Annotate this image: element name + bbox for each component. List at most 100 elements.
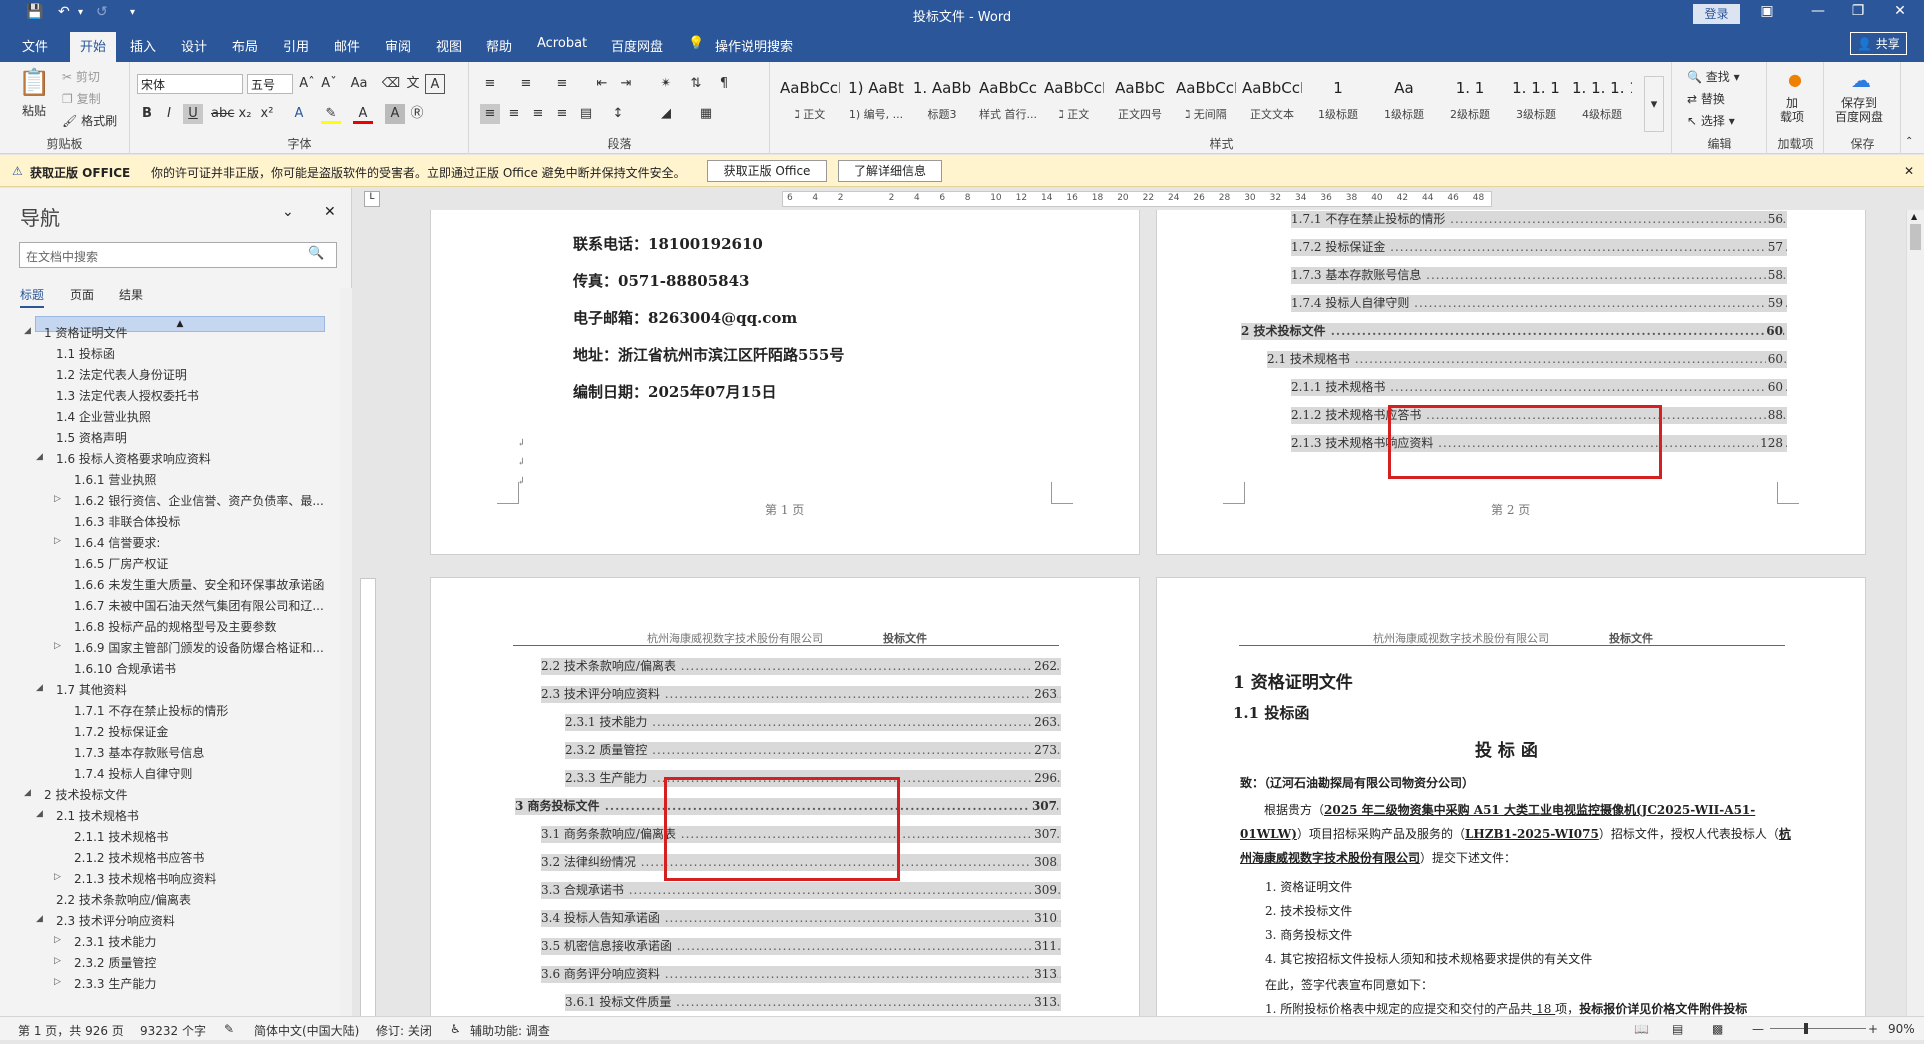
tab-view[interactable]: 视图 bbox=[436, 36, 462, 55]
style-item[interactable]: 1. 1. 1. 1 4级标题 bbox=[1572, 76, 1632, 132]
select-button[interactable]: ↖ 选择 ▾ bbox=[1687, 112, 1735, 129]
proofing-icon[interactable]: ✎ bbox=[224, 1022, 234, 1036]
styles-more-icon[interactable]: ▾ bbox=[1644, 76, 1664, 132]
web-layout-icon[interactable]: ▩ bbox=[1712, 1022, 1723, 1036]
tab-acrobat[interactable]: Acrobat bbox=[537, 36, 587, 51]
tab-insert[interactable]: 插入 bbox=[130, 36, 156, 55]
font-name-combo[interactable]: 宋体 bbox=[137, 74, 243, 94]
nav-heading-item[interactable]: 2.3.3 生产能力 bbox=[74, 975, 156, 992]
highlight-icon[interactable]: ✎ bbox=[321, 104, 341, 124]
char-border-icon[interactable]: A bbox=[425, 74, 445, 94]
distributed-icon[interactable]: ▤ bbox=[576, 104, 596, 124]
copy-button[interactable]: ❐ 复制 bbox=[62, 90, 101, 107]
nav-heading-item[interactable]: 1.3 法定代表人授权委托书 bbox=[56, 387, 199, 404]
tab-selector-icon[interactable]: L bbox=[364, 191, 380, 207]
track-changes[interactable]: 修订: 关闭 bbox=[376, 1022, 432, 1039]
tab-layout[interactable]: 布局 bbox=[232, 36, 258, 55]
nav-heading-item[interactable]: 1.6.4 信誉要求: bbox=[74, 534, 160, 551]
expanded-triangle-icon[interactable]: ◢ bbox=[24, 788, 31, 798]
underline-icon[interactable]: U bbox=[183, 104, 203, 124]
line-spacing-icon[interactable]: ↕ bbox=[608, 104, 628, 124]
toc-entry[interactable]: 3.5 机密信息接收承诺函 ..........................… bbox=[541, 938, 1061, 955]
phonetic-icon[interactable]: 文 bbox=[403, 74, 423, 94]
align-right-icon[interactable]: ≡ bbox=[528, 104, 548, 124]
style-item[interactable]: 1 1级标题 bbox=[1308, 76, 1368, 132]
expanded-triangle-icon[interactable]: ◢ bbox=[36, 452, 43, 462]
show-marks-icon[interactable]: ¶ bbox=[714, 74, 734, 94]
style-item[interactable]: 1. 1. 1 3级标题 bbox=[1506, 76, 1566, 132]
nav-heading-item[interactable]: 2.1.3 技术规格书响应资料 bbox=[74, 870, 216, 887]
nav-heading-item[interactable]: 2.1.1 技术规格书 bbox=[74, 828, 168, 845]
style-item[interactable]: AaBbCcDdI ℷ 正文 bbox=[1044, 76, 1104, 132]
nav-heading-item[interactable]: 2.1.2 技术规格书应答书 bbox=[74, 849, 204, 866]
align-left-icon[interactable]: ≡ bbox=[480, 104, 500, 124]
vertical-scrollbar[interactable]: ▲ bbox=[1906, 210, 1924, 1016]
toc-entry[interactable]: 1.7.2 投标保证金 ............................… bbox=[1291, 239, 1787, 256]
toc-entry[interactable]: 1.7.4 投标人自律守则 ..........................… bbox=[1291, 295, 1787, 312]
find-button[interactable]: 🔍 查找 ▾ bbox=[1687, 68, 1740, 85]
tab-review[interactable]: 审阅 bbox=[385, 36, 411, 55]
toc-entry[interactable]: 3.6.1 投标文件质量 ...........................… bbox=[565, 994, 1061, 1011]
nav-heading-item[interactable]: 1.6.6 未发生重大质量、安全和环保事故承诺函 bbox=[74, 576, 324, 593]
language[interactable]: 简体中文(中国大陆) bbox=[254, 1022, 359, 1039]
restore-icon[interactable]: ❐ bbox=[1843, 3, 1873, 19]
subscript-icon[interactable]: x₂ bbox=[235, 104, 255, 124]
collapsed-triangle-icon[interactable]: ▷ bbox=[54, 872, 61, 882]
collapsed-triangle-icon[interactable]: ▷ bbox=[54, 935, 61, 945]
nav-tab-results[interactable]: 结果 bbox=[119, 286, 143, 303]
format-painter-button[interactable]: 🖌 格式刷 bbox=[62, 112, 117, 129]
collapsed-triangle-icon[interactable]: ▷ bbox=[54, 956, 61, 966]
shading-icon[interactable]: ◢ bbox=[656, 104, 676, 124]
toc-entry[interactable]: 2 技术投标文件 ...............................… bbox=[1241, 323, 1787, 340]
nav-heading-item[interactable]: 1.6.1 营业执照 bbox=[74, 471, 156, 488]
zoom-in-icon[interactable]: + bbox=[1868, 1022, 1878, 1036]
toc-entry[interactable]: 2.3 技术评分响应资料 ...........................… bbox=[541, 686, 1061, 703]
strikethrough-icon[interactable]: abc bbox=[211, 104, 234, 124]
text-effects-icon[interactable]: A bbox=[289, 104, 309, 124]
toc-entry[interactable]: 2.1.1 技术规格书 ............................… bbox=[1291, 379, 1787, 396]
style-item[interactable]: 1. 1 2级标题 bbox=[1440, 76, 1500, 132]
nav-heading-item[interactable]: 2 技术投标文件 bbox=[44, 786, 127, 803]
nav-heading-item[interactable]: 1.4 企业营业执照 bbox=[56, 408, 151, 425]
collapse-ribbon-icon[interactable]: ⌃ bbox=[1905, 136, 1913, 147]
print-layout-icon[interactable]: ▤ bbox=[1672, 1022, 1683, 1036]
numbering-icon[interactable]: ≡ bbox=[516, 74, 536, 94]
change-case-icon[interactable]: Aa bbox=[349, 74, 369, 94]
zoom-level[interactable]: 90% bbox=[1888, 1022, 1915, 1036]
decrease-indent-icon[interactable]: ⇤ bbox=[592, 74, 612, 94]
expanded-triangle-icon[interactable]: ◢ bbox=[36, 683, 43, 693]
zoom-out-icon[interactable]: — bbox=[1752, 1022, 1764, 1036]
toc-entry[interactable]: 3.3 合规承诺书 ..............................… bbox=[541, 882, 1061, 899]
toc-entry[interactable]: 2.3.1 技术能力 .............................… bbox=[565, 714, 1061, 731]
share-button[interactable]: 👤 共享 bbox=[1850, 32, 1907, 55]
tab-file[interactable]: 文件 bbox=[22, 36, 48, 55]
style-item[interactable]: 1) AaBt 1) 编号, ... bbox=[846, 76, 906, 132]
nav-heading-item[interactable]: 1.1 投标函 bbox=[56, 345, 115, 362]
nav-heading-item[interactable]: 2.3 技术评分响应资料 bbox=[56, 912, 175, 929]
nav-heading-item[interactable]: 1.5 资格声明 bbox=[56, 429, 127, 446]
sort-icon[interactable]: ⇅ bbox=[686, 74, 706, 94]
get-genuine-button[interactable]: 获取正版 Office bbox=[707, 160, 827, 182]
enclose-char-icon[interactable]: Ⓡ bbox=[407, 104, 427, 124]
shrink-font-icon[interactable]: Aˇ bbox=[319, 74, 339, 94]
search-icon[interactable]: 🔍 bbox=[308, 246, 324, 261]
nav-tab-headings[interactable]: 标题 bbox=[20, 286, 45, 308]
learn-more-button[interactable]: 了解详细信息 bbox=[838, 160, 942, 182]
nav-heading-item[interactable]: 1.6.3 非联合体投标 bbox=[74, 513, 180, 530]
page-count[interactable]: 第 1 页，共 926 页 bbox=[18, 1022, 124, 1039]
justify-icon[interactable]: ≡ bbox=[552, 104, 572, 124]
tab-mailings[interactable]: 邮件 bbox=[334, 36, 360, 55]
superscript-icon[interactable]: x² bbox=[257, 104, 277, 124]
nav-heading-item[interactable]: 1.6.2 银行资信、企业信誉、资产负债率、最... bbox=[74, 492, 324, 509]
scroll-thumb[interactable] bbox=[1910, 224, 1921, 250]
style-item[interactable]: 1. AaBb 标题3 bbox=[912, 76, 972, 132]
char-shading-icon[interactable]: A bbox=[385, 104, 405, 124]
nav-heading-item[interactable]: 1.6.8 投标产品的规格型号及主要参数 bbox=[74, 618, 276, 635]
toc-entry[interactable]: 2.3.2 质量管控 .............................… bbox=[565, 742, 1061, 759]
nav-heading-item[interactable]: 1.7.4 投标人自律守则 bbox=[74, 765, 192, 782]
multilevel-list-icon[interactable]: ≡ bbox=[552, 74, 572, 94]
addins-button[interactable]: 加 载项 bbox=[1780, 96, 1804, 124]
baidu-cloud-icon[interactable]: ☁ bbox=[1851, 68, 1871, 92]
nav-tab-pages[interactable]: 页面 bbox=[70, 286, 94, 303]
collapsed-triangle-icon[interactable]: ▷ bbox=[54, 977, 61, 987]
